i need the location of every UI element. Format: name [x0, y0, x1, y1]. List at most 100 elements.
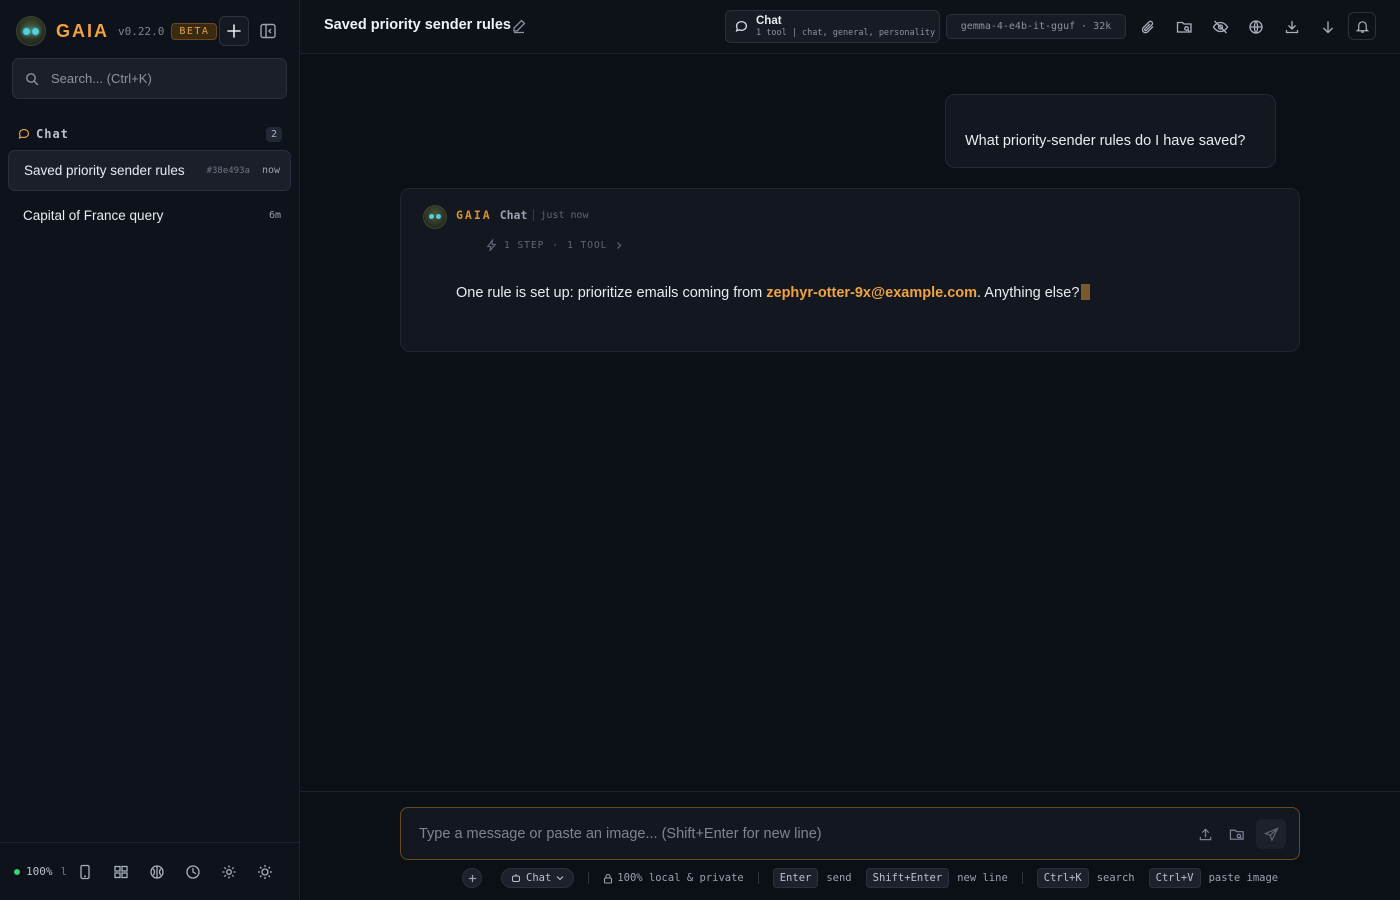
- mode-selector[interactable]: Chat 1 tool | chat, general, personality: [725, 10, 940, 43]
- section-count-badge: 2: [265, 126, 282, 142]
- sidebar-panel-icon: [260, 23, 276, 39]
- status-dot: [14, 868, 20, 875]
- steps-toggle[interactable]: 1 STEP · 1 TOOL: [485, 239, 623, 252]
- hint-divider: [1021, 872, 1023, 884]
- composer-area: Chat 100% local & private Enter send Shi…: [300, 791, 1400, 900]
- user-message-text: What priority-sender rules do I have sav…: [965, 133, 1246, 149]
- search-icon: [26, 72, 39, 85]
- kbd-label: search: [1096, 872, 1135, 884]
- kbd-key: Shift+Enter: [865, 868, 950, 888]
- user-message: What priority-sender rules do I have sav…: [945, 94, 1276, 168]
- attach-button[interactable]: [1135, 14, 1161, 40]
- search-box[interactable]: [12, 58, 287, 99]
- lock-icon: [604, 873, 613, 884]
- chat-bubble-icon: [735, 20, 748, 32]
- settings-button[interactable]: [217, 860, 241, 884]
- add-button[interactable]: [462, 868, 482, 888]
- dot-separator: ·: [552, 240, 560, 251]
- bell-icon: [1355, 20, 1369, 33]
- tools-count: 1 TOOL: [567, 240, 608, 251]
- reply-text-end: . Anything else?: [977, 285, 1080, 301]
- assistant-message: GAIA Chat just now 1 STEP · 1 TOOL One r…: [400, 188, 1300, 352]
- conversation-item-active[interactable]: Saved priority sender rules #38e493a now: [8, 150, 291, 191]
- chat-section-header[interactable]: Chat 2: [18, 125, 282, 143]
- history-button[interactable]: [181, 860, 205, 884]
- assistant-message-text: One rule is set up: prioritize emails co…: [456, 284, 1091, 301]
- clock-icon: [186, 864, 200, 879]
- message-timestamp: just now: [540, 209, 589, 221]
- reply-text-start: One rule is set up: prioritize emails co…: [456, 285, 767, 301]
- hint-divider: [757, 872, 759, 884]
- scroll-down-button[interactable]: [1315, 14, 1341, 40]
- plus-icon: [227, 24, 241, 38]
- chat-bubble-icon: [18, 128, 30, 139]
- rename-button[interactable]: [511, 18, 527, 39]
- gaia-logo-icon: [16, 16, 46, 46]
- theme-toggle-button[interactable]: [253, 860, 277, 884]
- web-button[interactable]: [1243, 14, 1269, 40]
- email-address: zephyr-otter-9x@example.com: [766, 285, 978, 301]
- assistant-avatar-icon: [423, 205, 447, 229]
- assistant-mode: Chat: [499, 208, 528, 222]
- brand-name: GAIA: [56, 20, 109, 41]
- assistant-name: GAIA: [456, 208, 492, 222]
- download-button[interactable]: [1279, 14, 1305, 40]
- sidebar: GAIA v0.22.0 BETA Chat 2 Saved priority …: [0, 0, 300, 900]
- kbd-label: paste image: [1208, 872, 1279, 884]
- collapse-sidebar-button[interactable]: [255, 18, 281, 44]
- page-title: Saved priority sender rules: [324, 17, 511, 33]
- mode-subtitle: 1 tool | chat, general, personality: [756, 27, 936, 38]
- status-tick: l: [60, 865, 68, 878]
- beta-badge: BETA: [171, 22, 218, 40]
- folder-search-button[interactable]: [1171, 14, 1197, 40]
- mode-chip-label: Chat: [526, 872, 552, 884]
- status-percent: 100%: [26, 865, 53, 878]
- mode-dropdown[interactable]: Chat: [501, 868, 575, 888]
- conversation-title: Capital of France query: [23, 208, 164, 223]
- hide-button[interactable]: [1207, 14, 1233, 40]
- brain-icon: [150, 864, 164, 879]
- composer-hints: Chat 100% local & private Enter send Shi…: [462, 868, 1278, 888]
- grid-button[interactable]: [109, 860, 133, 884]
- conversation-time: now: [261, 165, 280, 176]
- upload-icon: [1199, 827, 1211, 840]
- sun-icon: [258, 864, 273, 879]
- typing-cursor: [1081, 284, 1091, 300]
- robot-icon: [512, 874, 520, 882]
- top-bar: Saved priority sender rules Chat 1 tool …: [300, 0, 1400, 54]
- model-selector[interactable]: gemma-4-e4b-it-gguf · 32k: [946, 14, 1126, 39]
- grid-icon: [114, 865, 128, 878]
- kbd-key: Ctrl+V: [1148, 868, 1201, 888]
- mode-title: Chat: [756, 14, 782, 27]
- eye-off-icon: [1212, 20, 1228, 34]
- kbd-key: Enter: [772, 868, 819, 888]
- folder-button[interactable]: [1224, 821, 1250, 847]
- assistant-header: GAIA Chat just now: [456, 208, 589, 222]
- paperclip-icon: [1141, 20, 1154, 34]
- app-window: GAIA v0.22.0 BETA Chat 2 Saved priority …: [0, 0, 1400, 900]
- sidebar-footer: 100% l: [0, 842, 300, 900]
- search-input[interactable]: [51, 71, 271, 86]
- mobile-button[interactable]: [73, 860, 97, 884]
- brain-button[interactable]: [145, 860, 169, 884]
- kbd-key: Ctrl+K: [1036, 868, 1089, 888]
- kbd-label: new line: [957, 872, 1008, 884]
- conversation-title: Saved priority sender rules: [24, 163, 185, 178]
- header-divider: [533, 209, 535, 221]
- upload-button[interactable]: [1192, 821, 1218, 847]
- conversation-hash: #38e493a: [206, 165, 250, 176]
- send-button[interactable]: [1256, 819, 1286, 849]
- globe-icon: [1249, 20, 1263, 34]
- brand: GAIA v0.22.0 BETA: [16, 16, 218, 46]
- new-chat-button[interactable]: [219, 16, 249, 46]
- notifications-button[interactable]: [1348, 12, 1376, 40]
- message-input[interactable]: [419, 823, 1179, 845]
- version-label: v0.22.0: [118, 24, 165, 38]
- conversation-item[interactable]: Capital of France query 6m: [8, 195, 291, 236]
- folder-search-icon: [1176, 21, 1192, 33]
- steps-count: 1 STEP: [504, 240, 545, 251]
- mobile-icon: [80, 864, 90, 879]
- conversation-time: 6m: [268, 210, 281, 221]
- message-composer[interactable]: [400, 807, 1300, 860]
- section-label: Chat: [36, 127, 69, 141]
